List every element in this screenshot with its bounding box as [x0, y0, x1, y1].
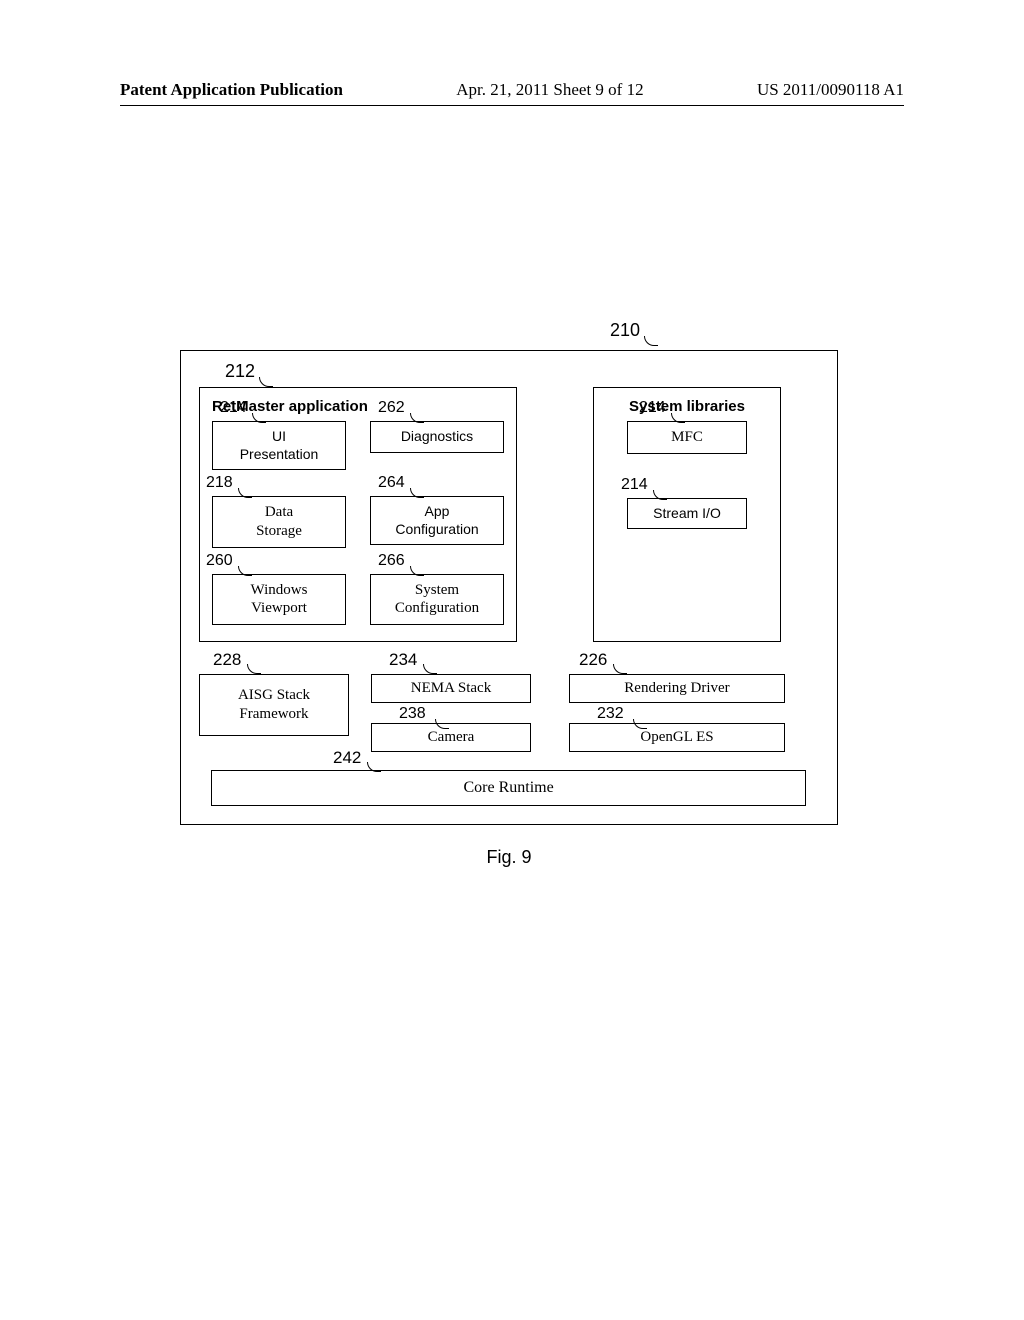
ref-234-text: 234: [389, 650, 417, 669]
ref-242-text: 242: [333, 748, 361, 767]
app-config-wrap: 264 App Configuration: [370, 496, 504, 548]
windows-viewport-block: Windows Viewport: [212, 574, 346, 626]
hook-icon: [247, 664, 261, 674]
ref-242: 242: [333, 748, 361, 768]
rendering-col: 226 Rendering Driver 232 OpenGL ES: [569, 674, 785, 752]
ref-228-text: 228: [213, 650, 241, 669]
rendering-block: Rendering Driver: [569, 674, 785, 703]
hook-icon: [644, 336, 658, 346]
retmaster-panel: RetMaster application 214 UI Presentatio…: [199, 387, 517, 642]
ref-264-text: 264: [378, 474, 405, 491]
system-config-block: System Configuration: [370, 574, 504, 626]
header-divider: [120, 105, 904, 106]
row-middle: 228 AISG Stack Framework 234 NEMA Stack …: [199, 674, 819, 752]
ref-210: 210: [610, 320, 640, 341]
ref-264: 264: [378, 474, 405, 492]
ref-218: 218: [206, 474, 233, 492]
ref-232-text: 232: [597, 705, 624, 722]
ref-212: 212: [225, 361, 255, 382]
ref-260-text: 260: [206, 552, 233, 569]
ref-232: 232: [569, 705, 785, 723]
ref-218-text: 218: [206, 474, 233, 491]
ref-226-text: 226: [579, 650, 607, 669]
ref-234: 234: [389, 650, 417, 670]
data-storage-block: Data Storage: [212, 496, 346, 548]
retmaster-grid: 214 UI Presentation 262 Diagnostics: [212, 421, 504, 625]
system-config-wrap: 266 System Configuration: [370, 574, 504, 626]
hook-icon: [613, 664, 627, 674]
ref-266: 266: [378, 552, 405, 570]
ref-226: 226: [579, 650, 607, 670]
figure-caption: Fig. 9: [180, 847, 838, 868]
syslib-panel: System libraries 214 MFC 214: [593, 387, 781, 642]
row-runtime: 242 Core Runtime: [199, 770, 819, 806]
aisg-block: AISG Stack Framework: [199, 674, 349, 736]
ref-210-text: 210: [610, 320, 640, 340]
diagnostics-wrap: 262 Diagnostics: [370, 421, 504, 470]
page-header: Patent Application Publication Apr. 21, …: [120, 80, 904, 100]
header-right: US 2011/0090118 A1: [757, 80, 904, 100]
runtime-block: Core Runtime: [211, 770, 806, 806]
diagnostics-block: Diagnostics: [370, 421, 504, 453]
ref-262-text: 262: [378, 399, 405, 416]
ref-214a: 214: [220, 399, 247, 417]
ref-238-text: 238: [399, 705, 426, 722]
header-center: Apr. 21, 2011 Sheet 9 of 12: [343, 80, 757, 100]
hook-icon: [423, 664, 437, 674]
syslib-title: System libraries: [606, 398, 768, 415]
ref-260: 260: [206, 552, 233, 570]
row-top: RetMaster application 214 UI Presentatio…: [199, 387, 819, 642]
camera-block: Camera: [371, 723, 531, 752]
ui-presentation-block: UI Presentation: [212, 421, 346, 470]
nema-block: NEMA Stack: [371, 674, 531, 703]
data-storage-wrap: 218 Data Storage: [212, 496, 346, 548]
syslib-stack: 214 MFC 214 Stream I/O: [606, 421, 768, 529]
mfc-wrap: 214 MFC: [627, 421, 747, 454]
ref-228: 228: [213, 650, 241, 670]
ref-214b-text: 214: [639, 399, 666, 416]
ref-212-text: 212: [225, 361, 255, 381]
ref-214b: 214: [639, 399, 666, 417]
figure-9: 210 212 RetMaster application 214 UI Pre…: [180, 350, 838, 868]
ui-presentation-wrap: 214 UI Presentation: [212, 421, 346, 470]
ref-214c-text: 214: [621, 476, 648, 493]
nema-col: 234 NEMA Stack 238 Camera: [371, 674, 531, 752]
ref-214c: 214: [621, 476, 648, 494]
ref-238: 238: [371, 705, 531, 723]
hook-icon: [259, 377, 273, 387]
spacer: [545, 387, 565, 642]
header-left: Patent Application Publication: [120, 80, 343, 100]
ref-266-text: 266: [378, 552, 405, 569]
outer-box: 212 RetMaster application 214 UI Present…: [180, 350, 838, 825]
aisg-col: 228 AISG Stack Framework: [199, 674, 349, 752]
ref-214a-text: 214: [220, 399, 247, 416]
app-config-block: App Configuration: [370, 496, 504, 545]
mfc-block: MFC: [627, 421, 747, 454]
opengl-block: OpenGL ES: [569, 723, 785, 752]
windows-viewport-wrap: 260 Windows Viewport: [212, 574, 346, 626]
ref-262: 262: [378, 399, 405, 417]
stream-io-block: Stream I/O: [627, 498, 747, 530]
stream-io-wrap: 214 Stream I/O: [627, 498, 747, 530]
